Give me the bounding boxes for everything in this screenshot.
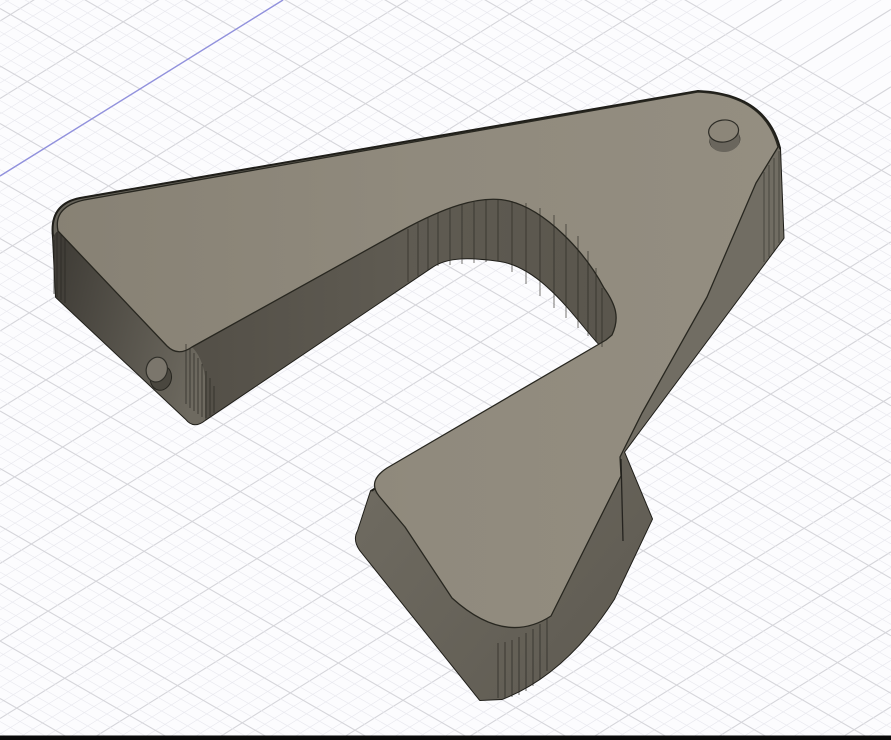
- bottom-edge-bar: [0, 736, 891, 740]
- scene-canvas[interactable]: [0, 0, 891, 740]
- cad-viewport[interactable]: [0, 0, 891, 740]
